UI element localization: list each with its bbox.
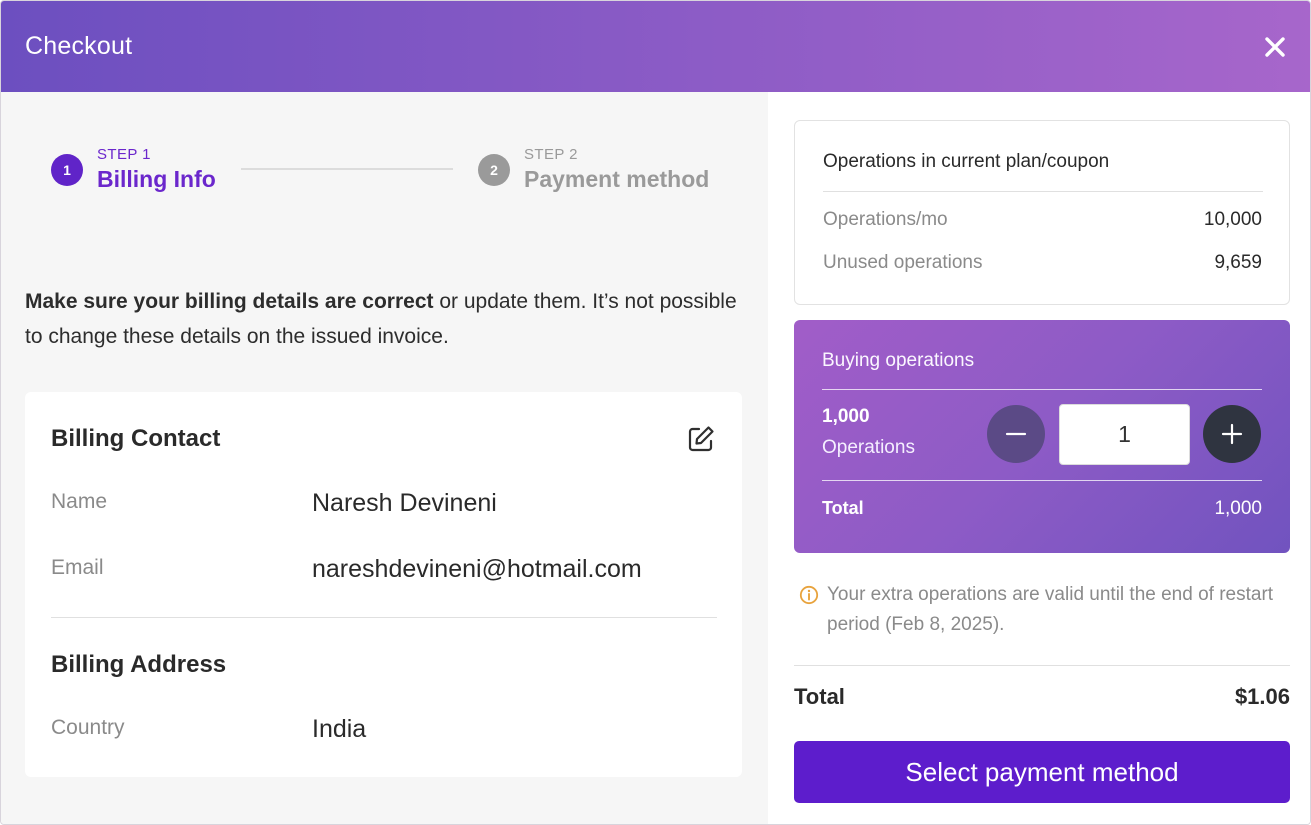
country-value: India bbox=[312, 715, 367, 743]
step-label: Billing Info bbox=[97, 166, 216, 192]
billing-contact-title: Billing Contact bbox=[51, 425, 221, 452]
modal-header: Checkout bbox=[1, 1, 1310, 92]
email-label: Email bbox=[51, 556, 104, 579]
step-connector bbox=[241, 168, 453, 170]
order-summary-panel: Operations in current plan/coupon Operat… bbox=[768, 92, 1310, 824]
select-payment-method-button[interactable]: Select payment method bbox=[794, 741, 1290, 803]
current-plan-box: Operations in current plan/coupon Operat… bbox=[794, 120, 1290, 305]
close-button[interactable] bbox=[1260, 32, 1290, 62]
buying-operations-title: Buying operations bbox=[822, 350, 975, 371]
billing-address-title: Billing Address bbox=[51, 651, 227, 678]
step-number: 1 bbox=[51, 153, 83, 186]
name-label: Name bbox=[51, 490, 108, 513]
edit-billing-button[interactable] bbox=[686, 424, 716, 454]
email-value: nareshdevineni@hotmail.com bbox=[312, 555, 642, 583]
name-value: Naresh Devineni bbox=[312, 489, 497, 517]
step-caption: STEP 1 bbox=[97, 146, 151, 163]
operations-quantity: 1,000 bbox=[822, 406, 870, 427]
validity-note: Your extra operations are valid until th… bbox=[799, 580, 1279, 640]
step-label: Payment method bbox=[524, 166, 710, 192]
step-payment-method: 2 STEP 2 Payment method bbox=[478, 146, 709, 193]
quantity-input[interactable] bbox=[1059, 404, 1190, 465]
instructions-emphasis: Make sure your billing details are corre… bbox=[25, 290, 434, 313]
operations-per-month-value: 10,000 bbox=[1203, 209, 1262, 230]
step-number: 2 bbox=[478, 153, 510, 186]
operations-unit: Operations bbox=[822, 437, 915, 458]
stepper: 1 STEP 1 Billing Info 2 STEP 2 Payment m… bbox=[51, 146, 731, 196]
billing-details-card: Billing Contact Name Naresh Devineni Ema… bbox=[25, 392, 742, 777]
billing-panel: 1 STEP 1 Billing Info 2 STEP 2 Payment m… bbox=[1, 92, 768, 824]
buying-total-label: Total bbox=[822, 498, 864, 518]
plus-icon bbox=[1221, 423, 1243, 445]
operations-per-month-label: Operations/mo bbox=[823, 209, 948, 230]
order-total-label: Total bbox=[794, 684, 845, 709]
current-plan-title: Operations in current plan/coupon bbox=[823, 151, 1110, 172]
step-caption: STEP 2 bbox=[524, 146, 578, 163]
card-divider bbox=[51, 617, 717, 618]
divider bbox=[823, 191, 1263, 192]
modal-title: Checkout bbox=[25, 32, 133, 60]
unused-operations-value: 9,659 bbox=[1214, 252, 1262, 273]
buying-operations-box: Buying operations 1,000 Operations Total… bbox=[794, 320, 1290, 553]
divider bbox=[822, 389, 1262, 390]
unused-operations-label: Unused operations bbox=[823, 252, 983, 273]
step-billing-info: 1 STEP 1 Billing Info bbox=[51, 146, 216, 193]
order-total-value: $1.06 bbox=[1234, 684, 1290, 709]
billing-instructions: Make sure your billing details are corre… bbox=[25, 284, 755, 354]
decrease-quantity-button[interactable] bbox=[987, 405, 1045, 463]
info-icon bbox=[799, 585, 819, 605]
close-icon bbox=[1265, 36, 1285, 57]
validity-note-text: Your extra operations are valid until th… bbox=[827, 584, 1274, 635]
divider bbox=[822, 480, 1262, 481]
buying-total-value: 1,000 bbox=[1214, 498, 1262, 519]
checkout-modal: Checkout 1 STEP 1 Billing Info 2 STEP 2 … bbox=[0, 0, 1311, 825]
minus-icon bbox=[1005, 432, 1027, 436]
increase-quantity-button[interactable] bbox=[1203, 405, 1261, 463]
edit-icon bbox=[688, 426, 714, 452]
country-label: Country bbox=[51, 716, 125, 739]
divider bbox=[794, 665, 1290, 666]
